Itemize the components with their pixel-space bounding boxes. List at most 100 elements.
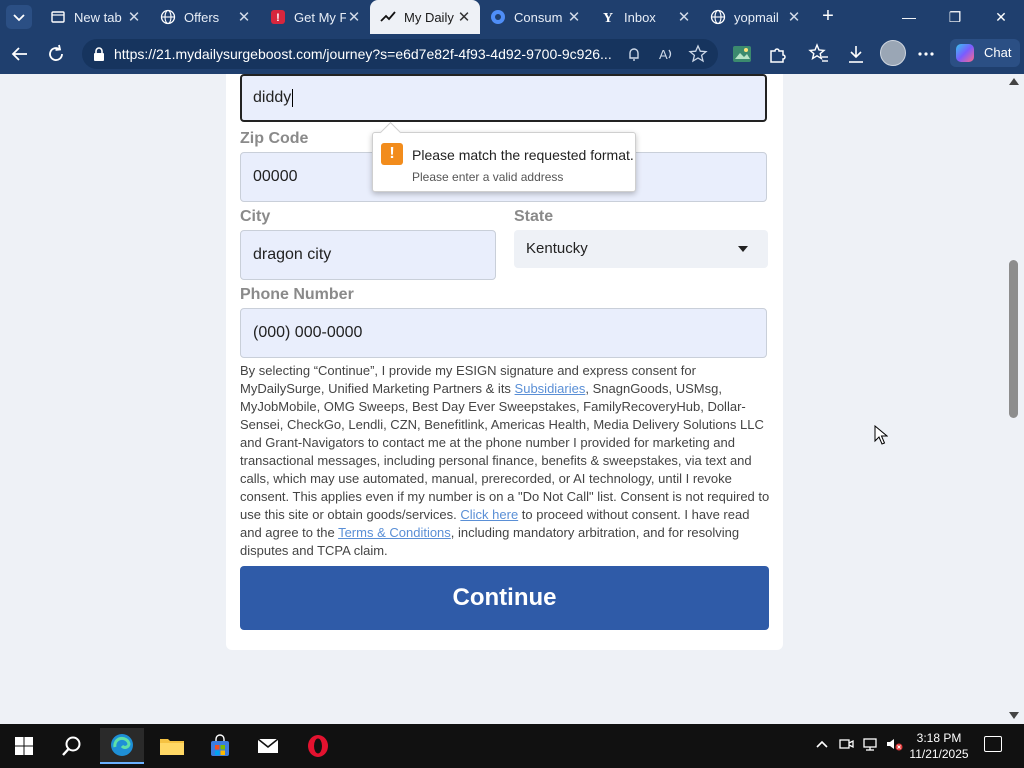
- browser-tab-strip: New tab ✕ Offers ✕ ! Get My F ✕ My Daily…: [0, 0, 1024, 34]
- zip-code-label: Zip Code: [240, 130, 309, 147]
- svg-text:A: A: [659, 47, 668, 62]
- tab-offers[interactable]: Offers ✕: [150, 0, 260, 34]
- close-tab-icon[interactable]: ✕: [566, 8, 582, 26]
- close-tab-icon[interactable]: ✕: [346, 8, 362, 26]
- continue-button[interactable]: Continue: [240, 566, 769, 630]
- scrollbar-thumb[interactable]: [1009, 260, 1018, 418]
- tab-label: New tab: [74, 9, 122, 25]
- favorite-star-icon[interactable]: [688, 44, 708, 64]
- state-value: Kentucky: [526, 240, 588, 257]
- back-button[interactable]: [8, 42, 32, 66]
- store-icon: [211, 734, 229, 756]
- consent-disclosure: By selecting “Continue”, I provide my ES…: [240, 362, 772, 560]
- new-tab-button[interactable]: +: [816, 4, 840, 28]
- windows-logo-icon: [15, 737, 33, 755]
- search-icon: [62, 736, 81, 756]
- minimize-button[interactable]: —: [886, 0, 932, 34]
- tray-volume-muted-icon[interactable]: [884, 736, 904, 755]
- state-label: State: [514, 208, 554, 225]
- globe-icon: [710, 9, 726, 25]
- close-tab-icon[interactable]: ✕: [786, 8, 802, 26]
- restore-button[interactable]: ❐: [932, 0, 978, 34]
- site-info-icon[interactable]: [92, 46, 106, 62]
- close-tab-icon[interactable]: ✕: [676, 8, 692, 26]
- taskbar-mail[interactable]: [246, 728, 290, 764]
- read-aloud-icon[interactable]: A: [656, 44, 676, 64]
- validation-tooltip: ! Please match the requested format. Ple…: [372, 121, 636, 192]
- more-dots-icon: [918, 52, 934, 56]
- clock-date: 11/21/2025: [909, 747, 969, 761]
- profile-avatar[interactable]: [880, 40, 906, 66]
- close-tab-icon[interactable]: ✕: [126, 8, 142, 26]
- mail-icon: [257, 738, 279, 753]
- search-button[interactable]: [50, 728, 94, 764]
- tab-my-daily[interactable]: My Daily ✕: [370, 0, 480, 34]
- address-value: diddy: [253, 89, 292, 106]
- text-caret: [292, 88, 294, 107]
- tab-actions-menu-button[interactable]: [6, 5, 32, 29]
- trend-icon: [380, 9, 396, 25]
- taskbar-store[interactable]: [198, 728, 242, 764]
- terms-conditions-link[interactable]: Terms & Conditions: [338, 525, 451, 540]
- tab-label: My Daily: [404, 9, 454, 25]
- taskbar-opera[interactable]: [296, 728, 340, 764]
- copilot-site-icon: [490, 9, 506, 25]
- image-tool-button[interactable]: [730, 42, 754, 66]
- chevron-down-icon: [13, 14, 25, 22]
- tab-get-my[interactable]: ! Get My F ✕: [260, 0, 370, 34]
- downloads-button[interactable]: [844, 42, 868, 66]
- phone-number-label: Phone Number: [240, 286, 354, 303]
- tab-label: Inbox: [624, 9, 656, 25]
- puzzle-icon: [770, 48, 786, 63]
- system-clock[interactable]: 3:18 PM 11/21/2025: [906, 730, 972, 762]
- tab-yopmail[interactable]: yopmail ✕: [700, 0, 810, 34]
- start-button[interactable]: [2, 728, 46, 764]
- scroll-down-arrow-icon[interactable]: [1009, 712, 1019, 719]
- tab-inbox[interactable]: Y Inbox ✕: [590, 0, 700, 34]
- page-scrollbar[interactable]: [1004, 74, 1024, 724]
- validation-message: Please match the requested format.: [412, 147, 634, 163]
- settings-more-button[interactable]: [914, 42, 938, 66]
- notification-center-icon[interactable]: [984, 736, 1002, 752]
- close-tab-icon[interactable]: ✕: [456, 8, 472, 26]
- phone-number-value: (000) 000-0000: [253, 324, 363, 341]
- refresh-button[interactable]: [44, 42, 68, 66]
- state-select[interactable]: Kentucky: [514, 230, 768, 268]
- extensions-button[interactable]: [766, 42, 790, 66]
- clock-time: 3:18 PM: [916, 731, 962, 745]
- zip-code-value: 00000: [253, 168, 298, 185]
- taskbar-file-explorer[interactable]: [150, 728, 194, 764]
- taskbar-edge[interactable]: [100, 728, 144, 764]
- tab-new-tab[interactable]: New tab ✕: [40, 0, 150, 34]
- city-label: City: [240, 208, 271, 225]
- close-tab-icon[interactable]: ✕: [236, 8, 252, 26]
- windows-taskbar: 3:18 PM 11/21/2025: [0, 724, 1024, 768]
- warning-icon: !: [381, 143, 403, 165]
- mouse-cursor-icon: [874, 425, 888, 445]
- click-here-link[interactable]: Click here: [460, 507, 518, 522]
- url-text[interactable]: https://21.mydailysurgeboost.com/journey…: [114, 46, 614, 62]
- favorites-button[interactable]: [806, 42, 830, 66]
- phone-number-input[interactable]: (000) 000-0000: [240, 308, 767, 358]
- tray-meet-icon[interactable]: [836, 736, 856, 755]
- city-value: dragon city: [253, 246, 332, 263]
- city-input[interactable]: dragon city: [240, 230, 496, 280]
- favorites-icon: [808, 43, 828, 62]
- svg-text:!: !: [276, 12, 280, 24]
- address-input[interactable]: diddy: [240, 74, 767, 122]
- consent-text-2: , SnagnGoods, USMsg, MyJobMobile, OMG Sw…: [240, 381, 770, 522]
- notification-icon[interactable]: [624, 44, 644, 64]
- back-arrow-icon: [11, 47, 27, 61]
- subsidiaries-link[interactable]: Subsidiaries: [515, 381, 586, 396]
- tray-network-icon[interactable]: [860, 736, 880, 755]
- refresh-icon: [49, 44, 63, 61]
- tab-consum[interactable]: Consum ✕: [480, 0, 590, 34]
- scroll-up-arrow-icon[interactable]: [1009, 78, 1019, 85]
- validation-detail: Please enter a valid address: [412, 170, 564, 184]
- address-bar[interactable]: https://21.mydailysurgeboost.com/journey…: [82, 39, 718, 69]
- copilot-chat-button[interactable]: Chat: [950, 39, 1020, 67]
- close-window-button[interactable]: ✕: [978, 0, 1024, 34]
- globe-icon: [160, 9, 176, 25]
- alert-site-icon: !: [270, 9, 286, 25]
- tray-chevron-up-icon[interactable]: [812, 736, 832, 755]
